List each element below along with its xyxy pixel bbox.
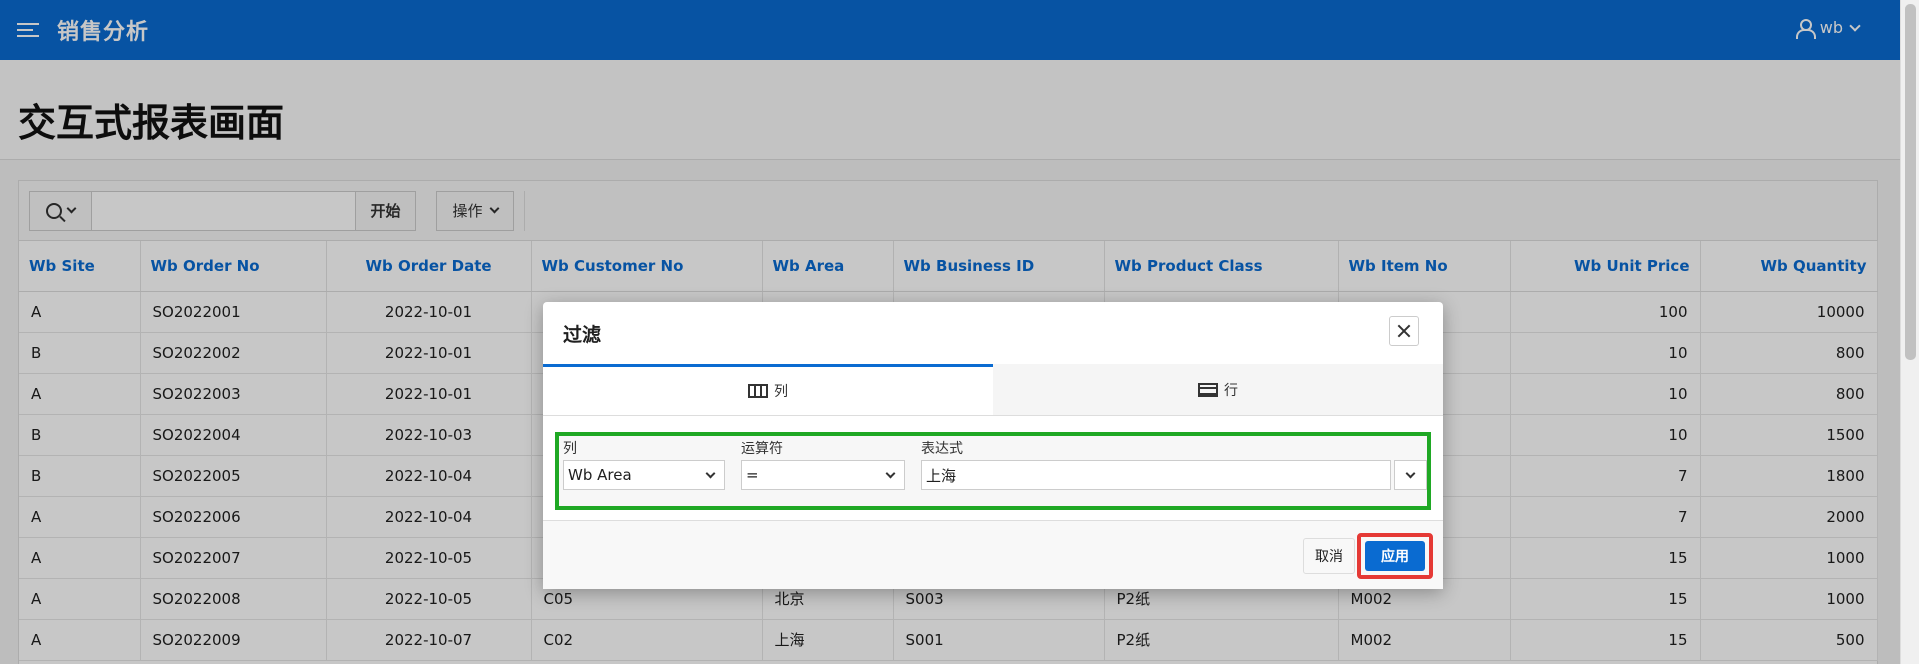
chevron-down-icon bbox=[705, 468, 716, 478]
cancel-button[interactable]: 取消 bbox=[1303, 538, 1355, 574]
close-icon[interactable] bbox=[1389, 316, 1419, 346]
expression-input[interactable]: 上海 bbox=[921, 460, 1391, 490]
chevron-down-icon bbox=[1405, 468, 1416, 478]
chevron-down-icon bbox=[885, 468, 896, 478]
operator-select[interactable]: = bbox=[741, 460, 905, 490]
rows-icon bbox=[1198, 382, 1218, 397]
operator-select-value: = bbox=[746, 466, 759, 484]
tab-label: 行 bbox=[1224, 382, 1238, 399]
column-label: 列 bbox=[563, 441, 577, 457]
filter-type-tabs: 列 行 bbox=[543, 364, 1443, 416]
scrollbar-thumb[interactable] bbox=[1905, 4, 1916, 360]
column-select[interactable]: Wb Area bbox=[563, 460, 725, 490]
operator-label: 运算符 bbox=[741, 441, 783, 457]
apply-button[interactable]: 应用 bbox=[1365, 541, 1425, 571]
apply-button-highlight: 应用 bbox=[1357, 533, 1433, 579]
filter-criteria-area: 列 Wb Area 运算符 = 表达式 上海 bbox=[555, 432, 1431, 510]
dialog-header: 过滤 bbox=[543, 302, 1443, 364]
tab-label: 列 bbox=[774, 384, 788, 400]
expression-value: 上海 bbox=[926, 466, 957, 485]
expression-label: 表达式 bbox=[921, 441, 963, 457]
tab-row[interactable]: 行 bbox=[993, 364, 1443, 415]
dialog-title: 过滤 bbox=[563, 323, 602, 346]
tab-column[interactable]: 列 bbox=[543, 364, 993, 415]
columns-icon bbox=[748, 384, 768, 398]
expression-dropdown-button[interactable] bbox=[1394, 460, 1427, 490]
filter-dialog: 过滤 列 行 列 Wb Area 运算符 = 表达式 上海 取消 应用 bbox=[543, 302, 1443, 589]
column-select-value: Wb Area bbox=[568, 466, 632, 484]
dialog-footer: 取消 应用 bbox=[543, 520, 1443, 589]
page-scrollbar[interactable] bbox=[1900, 0, 1919, 664]
